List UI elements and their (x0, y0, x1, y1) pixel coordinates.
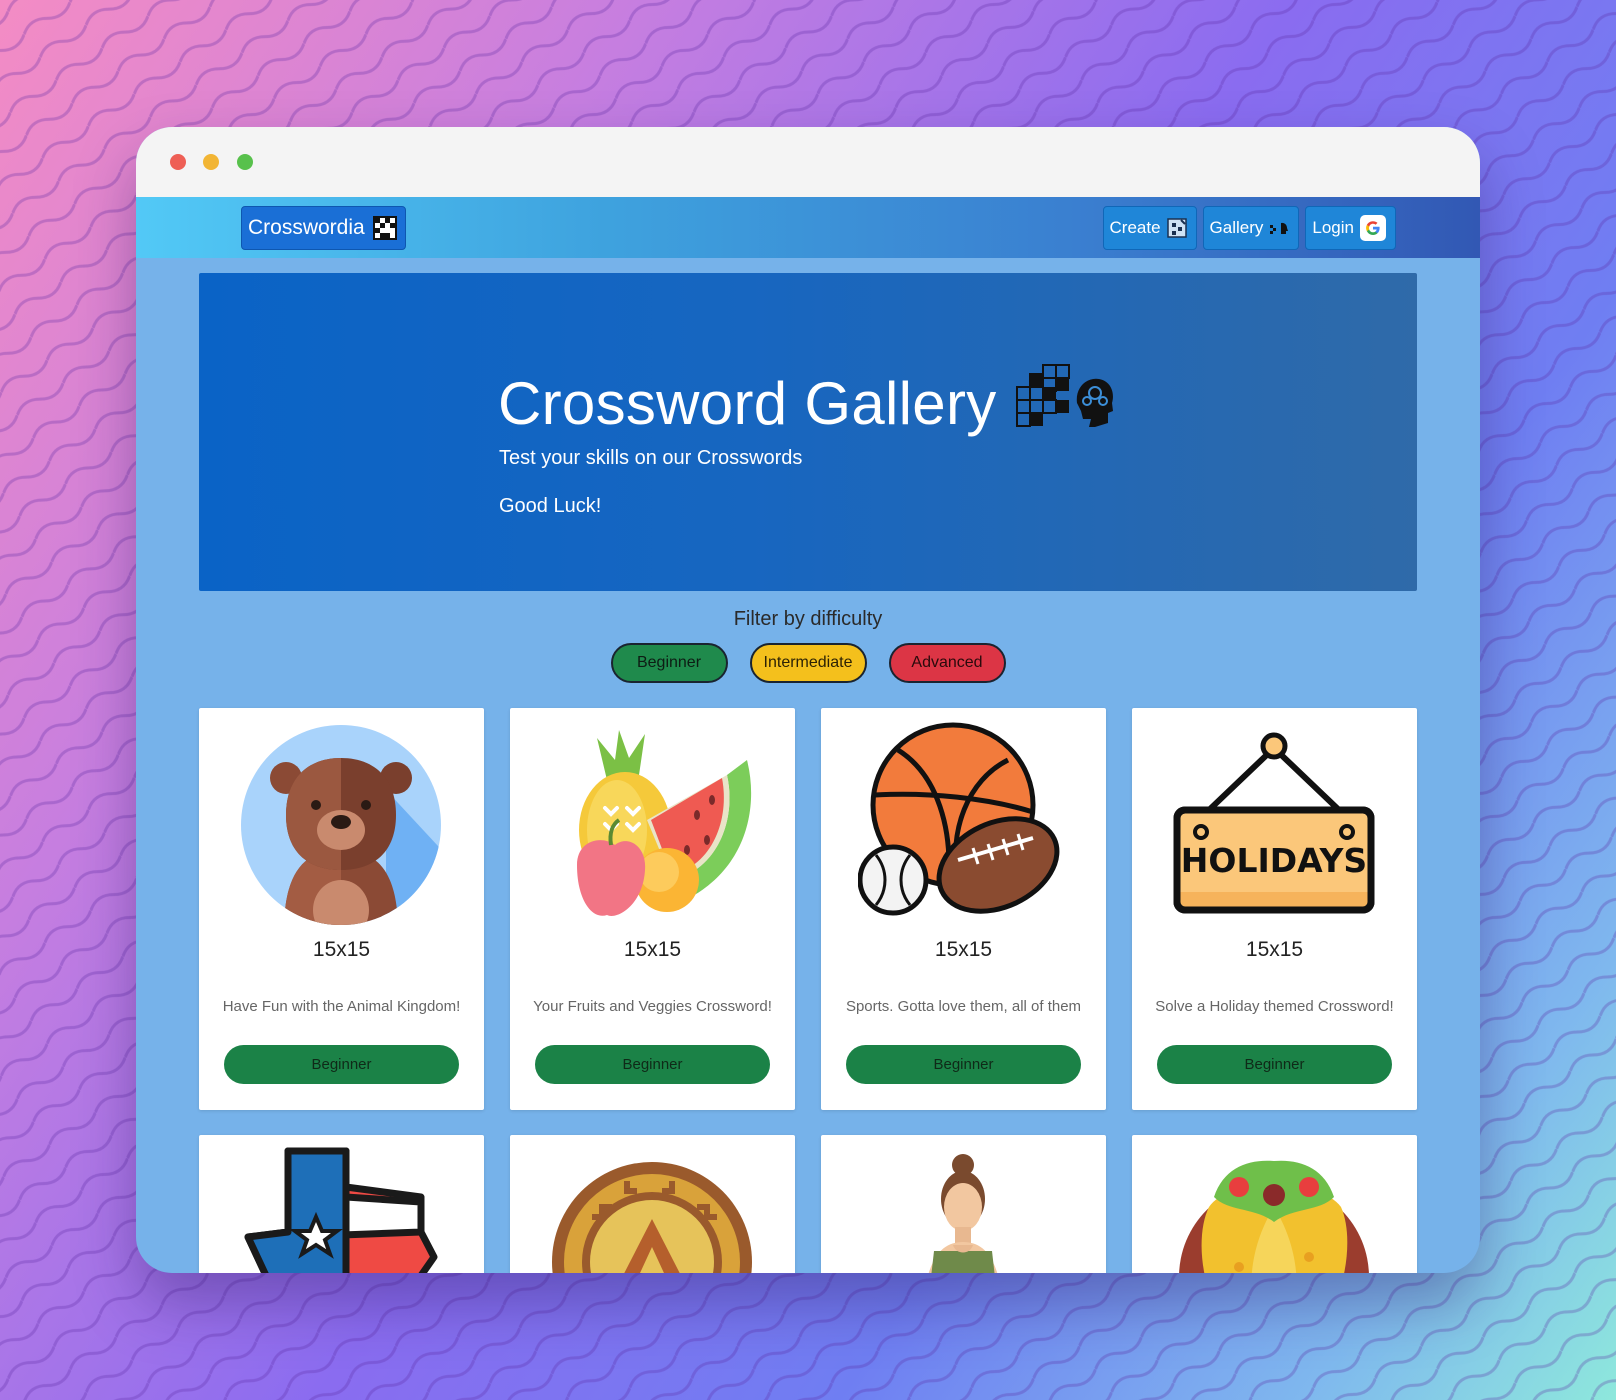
crossword-grid-icon (372, 216, 397, 240)
maximize-window-button[interactable] (237, 154, 253, 170)
card-grid-size: 15x15 (934, 938, 993, 961)
brand-link[interactable]: Crosswordia (241, 206, 406, 250)
card-difficulty-button[interactable]: Beginner (224, 1045, 459, 1084)
gallery-button[interactable]: Gallery (1202, 206, 1300, 250)
hero-banner: Crossword Gallery Test your skills on ou… (199, 273, 1417, 591)
filter-advanced-button[interactable]: Advanced (888, 643, 1006, 683)
card-description: Sports. Gotta love them, all of them (845, 998, 1082, 1015)
crossword-card-sports[interactable]: 15x15 Sports. Gotta love them, all of th… (821, 708, 1106, 1110)
hero-subtitle: Test your skills on our Crosswords (499, 447, 803, 469)
card-grid-size: 15x15 (1245, 938, 1304, 961)
card-description: Your Fruits and Veggies Crossword! (533, 998, 772, 1015)
holidays-sign-icon: HOLIDAYS (1169, 720, 1380, 931)
card-difficulty-button[interactable]: Beginner (846, 1045, 1081, 1084)
filter-beginner-button[interactable]: Beginner (610, 643, 728, 683)
crossword-card-fruits[interactable]: 15x15 Your Fruits and Veggies Crossword!… (510, 708, 795, 1110)
filter-heading: Filter by difficulty (733, 608, 883, 630)
card-description: Have Fun with the Animal Kingdom! (222, 998, 461, 1015)
window-titlebar (136, 127, 1480, 197)
crossword-card-food[interactable] (1132, 1135, 1417, 1273)
card-description: Solve a Holiday themed Crossword! (1155, 998, 1394, 1015)
woman-avatar-icon (858, 1147, 1069, 1273)
crossword-create-icon (1166, 218, 1187, 238)
sports-balls-icon (857, 720, 1069, 931)
page-title: Crossword Gallery (498, 369, 997, 437)
card-difficulty-button[interactable]: Beginner (1157, 1045, 1392, 1084)
aztec-calendar-icon (547, 1147, 758, 1273)
gallery-label: Gallery (1209, 218, 1264, 237)
fruits-icon (547, 720, 758, 931)
filter-intermediate-button[interactable]: Intermediate (749, 643, 867, 683)
close-window-button[interactable] (170, 154, 186, 170)
crossword-card-holidays[interactable]: HOLIDAYS 15x15 Solve a Holiday themed Cr… (1132, 708, 1417, 1110)
google-icon (1360, 215, 1386, 241)
brand-label: Crosswordia (248, 216, 365, 239)
navbar: Crosswordia Create Gallery Login (136, 197, 1480, 258)
hero-tagline: Good Luck! (499, 495, 602, 517)
difficulty-filter: Beginner Intermediate Advanced (136, 643, 1480, 683)
holiday-sign-text: HOLIDAYS (1181, 841, 1367, 880)
card-difficulty-button[interactable]: Beginner (535, 1045, 770, 1084)
browser-window: Crosswordia Create Gallery Login Crosswo… (136, 127, 1480, 1273)
bear-icon (236, 720, 447, 931)
crossword-card-aztec[interactable] (510, 1135, 795, 1273)
create-label: Create (1109, 218, 1161, 237)
crossword-card-animals[interactable]: 15x15 Have Fun with the Animal Kingdom! … (199, 708, 484, 1110)
login-label: Login (1312, 218, 1354, 237)
crossword-head-icon (1269, 218, 1289, 238)
card-grid-size: 15x15 (623, 938, 682, 961)
hero-heading: Crossword Gallery (498, 363, 1115, 443)
create-button[interactable]: Create (1102, 206, 1197, 250)
minimize-window-button[interactable] (203, 154, 219, 170)
texas-map-icon (236, 1147, 447, 1273)
crossword-card-texas[interactable] (199, 1135, 484, 1273)
crossword-card-people[interactable] (821, 1135, 1106, 1273)
card-grid-size: 15x15 (312, 938, 371, 961)
crossword-brain-icon (1015, 363, 1115, 443)
login-button[interactable]: Login (1305, 206, 1396, 250)
burrito-icon (1169, 1147, 1380, 1273)
